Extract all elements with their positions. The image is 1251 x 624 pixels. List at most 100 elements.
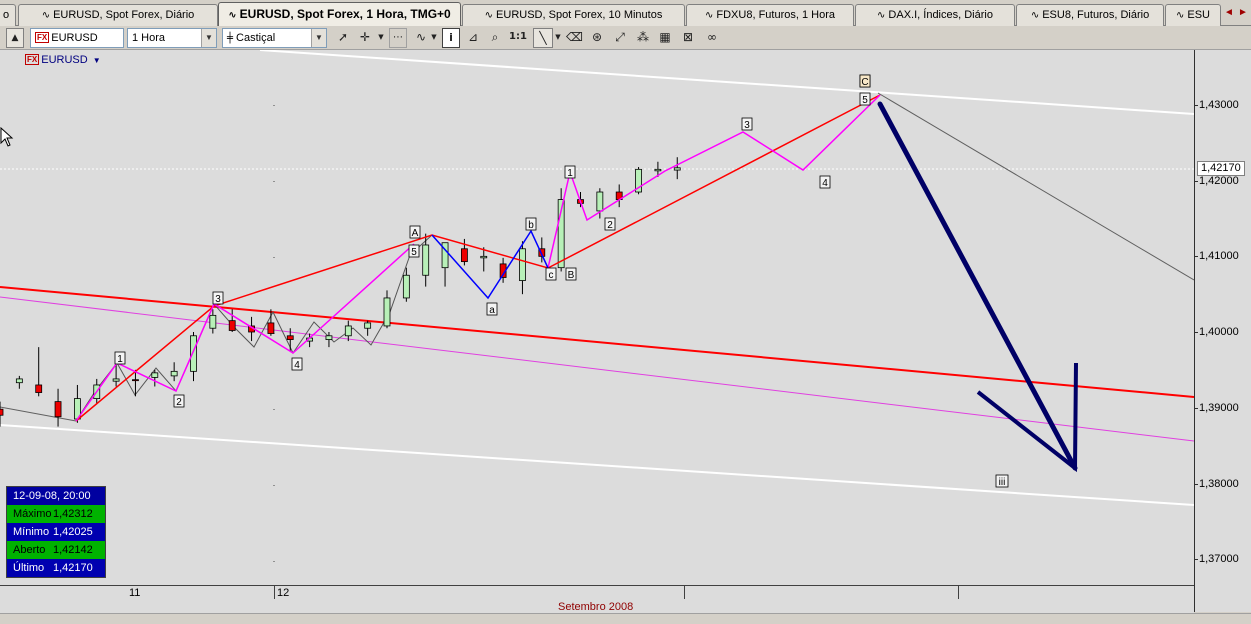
glasses-icon[interactable]: ∞ (703, 28, 721, 48)
price-tick: 1,38000 (1195, 478, 1239, 490)
crosshair-icon[interactable]: ✛ (357, 28, 373, 48)
collapse-up-icon[interactable]: ▲ (6, 28, 24, 48)
candle-body[interactable] (228, 320, 236, 331)
chart-style-select[interactable]: ╪ Castiçal ▼ (222, 28, 327, 48)
status-strip (0, 613, 1251, 624)
wave-label-text: 3 (215, 294, 221, 305)
candle-body[interactable] (112, 378, 120, 382)
candle-body[interactable] (151, 372, 159, 378)
wave-icon[interactable]: ∿ (413, 28, 429, 48)
time-axis[interactable]: 11 12 Setembro 2008 (0, 585, 1194, 613)
chart-symbol-label[interactable]: FX EURUSD ▼ (25, 54, 101, 66)
tab-esu-partial[interactable]: ∿ ESU (1165, 4, 1221, 26)
day-label: 12 (277, 587, 290, 599)
data-label: Aberto (13, 544, 46, 556)
candle-body[interactable] (170, 370, 178, 377)
day-separator (274, 586, 275, 599)
candle-body[interactable] (519, 248, 526, 281)
data-row-open: Aberto 1,42142 (7, 541, 105, 559)
candle-body[interactable] (325, 335, 333, 340)
tab-eurusd-hourly[interactable]: ∿ EURUSD, Spot Forex, 1 Hora, TMG+0 (218, 2, 461, 26)
chevron-down-icon[interactable]: ▼ (553, 28, 563, 48)
tab-label: EURUSD, Spot Forex, 1 Hora, TMG+0 (239, 7, 451, 21)
candle-body[interactable] (344, 325, 352, 337)
zoom-icon[interactable]: ⌕ (487, 28, 503, 48)
data-window: 12-09-08, 20:00 Máximo 1,42312 Mínimo 1,42… (6, 486, 106, 578)
magenta-wave-path-left (75, 243, 415, 422)
period-value: 1 Hora (132, 32, 166, 44)
period-select[interactable]: 1 Hora ▼ (127, 28, 217, 48)
eraser-icon[interactable]: ⌫ (566, 28, 583, 48)
app-window: o ∿ EURUSD, Spot Forex, Diário ∿ EURUSD, S… (0, 0, 1251, 624)
tab-scroll-left-icon[interactable]: ◄ (1222, 5, 1236, 21)
data-window-header: 12-09-08, 20:00 (7, 487, 105, 505)
tab-eurusd-10min[interactable]: ∿ EURUSD, Spot Forex, 10 Minutos (462, 4, 685, 26)
pointer-icon[interactable]: ➚ (335, 28, 351, 48)
candle-body[interactable] (267, 322, 275, 334)
wave-chart-icon: ∿ (705, 10, 714, 21)
fx-badge: FX (35, 32, 50, 43)
wave-label-text: 5 (411, 247, 417, 258)
last-price-marker: 1,42170 (1197, 161, 1245, 176)
chevron-down-icon[interactable]: ▼ (429, 28, 439, 48)
tab-partial[interactable]: o (0, 4, 16, 26)
tab-label: ESU (1187, 9, 1210, 21)
tab-label: EURUSD, Spot Forex, Diário (53, 9, 195, 21)
chevron-down-icon[interactable]: ▼ (201, 29, 216, 47)
symbol-field[interactable]: FX EURUSD (30, 28, 124, 48)
pattern2-icon[interactable]: ⊠ (680, 28, 696, 48)
chevron-down-icon[interactable]: ▼ (376, 28, 386, 48)
wave-chart-icon: ∿ (228, 10, 237, 21)
candle-body[interactable] (383, 297, 391, 327)
candle-body[interactable] (673, 167, 681, 171)
candle-body[interactable] (15, 378, 23, 384)
candle-body[interactable] (402, 274, 410, 299)
price-chart[interactable]: 12345ABCabc12345Ciii FXEURUSD▼ 12-09-08,… (0, 50, 1194, 585)
chevron-down-icon[interactable]: ▼ (93, 56, 101, 65)
tab-label: FDXU8, Futuros, 1 Hora (716, 9, 835, 21)
price-axis[interactable]: 1,43000 1,42000 1,41000 1,40000 1,39000 … (1194, 50, 1251, 612)
candle-body[interactable] (286, 335, 294, 340)
wave-label-text: A (412, 228, 419, 239)
one-to-one-icon[interactable]: 1:1 (509, 28, 527, 48)
wave-label-text: 2 (176, 397, 182, 408)
candle-body[interactable] (480, 255, 488, 259)
candle-body[interactable] (654, 168, 662, 172)
template-icon[interactable]: ⊛ (589, 28, 605, 48)
candle-body[interactable] (422, 244, 430, 276)
candle-body[interactable] (132, 379, 139, 382)
candle-body[interactable] (35, 384, 43, 393)
candle-body[interactable] (190, 335, 197, 372)
grid-icon[interactable]: ⋯ (389, 28, 407, 48)
candle-body[interactable] (54, 401, 62, 418)
calculator-icon[interactable]: ▦ (657, 28, 673, 48)
price-tick: 1,39000 (1195, 402, 1239, 414)
wave-label-text: b (528, 220, 534, 231)
tab-scroll-right-icon[interactable]: ► (1236, 5, 1250, 21)
tab-label: o (2, 9, 10, 21)
candle-body[interactable] (596, 191, 604, 212)
data-label: Máximo (13, 508, 52, 520)
projection-arrow-shaft (877, 101, 1078, 471)
pattern-icon[interactable]: ⁂ (635, 28, 651, 48)
candle-body[interactable] (364, 322, 372, 329)
chart-tab-bar: o ∿ EURUSD, Spot Forex, Diário ∿ EURUSD, S… (0, 0, 1251, 26)
candle-body[interactable] (209, 314, 217, 329)
data-value: 1,42170 (53, 562, 93, 574)
candle-body[interactable] (0, 408, 4, 416)
tab-fdxu8-hourly[interactable]: ∿ FDXU8, Futuros, 1 Hora (686, 4, 854, 26)
data-row-last: Último 1,42170 (7, 559, 105, 577)
arrows-icon[interactable]: ⤢ (612, 28, 628, 48)
tab-eurusd-daily[interactable]: ∿ EURUSD, Spot Forex, Diário (18, 4, 218, 26)
style-value: Castiçal (236, 32, 276, 44)
trendline-icon[interactable]: ╲ (533, 28, 553, 48)
wave-label-text: B (568, 270, 575, 281)
chevron-down-icon[interactable]: ▼ (311, 29, 326, 47)
wave-label-text: C (861, 77, 868, 88)
candle-body[interactable] (460, 248, 468, 263)
info-icon[interactable]: i (442, 28, 460, 48)
tab-dax-daily[interactable]: ∿ DAX.I, Índices, Diário (855, 4, 1015, 26)
line-tool-icon[interactable]: ⊿ (465, 28, 481, 48)
red-wave-path (75, 94, 881, 422)
tab-esu8-daily[interactable]: ∿ ESU8, Futuros, Diário (1016, 4, 1164, 26)
